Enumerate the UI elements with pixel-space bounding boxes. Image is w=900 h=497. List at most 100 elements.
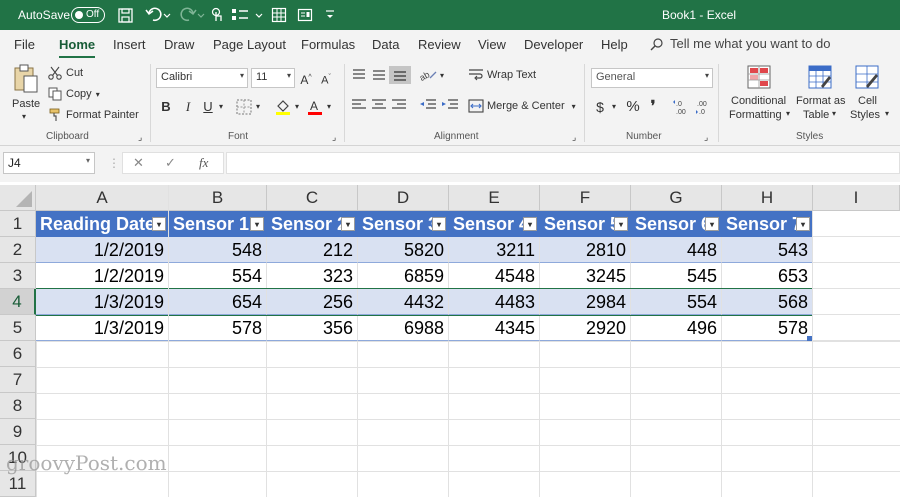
- column-i-cells[interactable]: [813, 211, 900, 341]
- decrease-indent-icon[interactable]: [419, 98, 437, 112]
- table-cell[interactable]: 554: [169, 263, 267, 289]
- format-as-table-button[interactable]: Format as Table ▾: [794, 64, 848, 128]
- insert-function-icon[interactable]: fx: [199, 155, 208, 171]
- table-header-cell[interactable]: Sensor 6 ▾: [631, 211, 722, 237]
- row-header-1[interactable]: 1: [0, 211, 36, 237]
- middle-align-icon[interactable]: [371, 68, 387, 82]
- table-cell[interactable]: 6859: [358, 263, 449, 289]
- tab-developer[interactable]: Developer: [524, 37, 583, 52]
- increase-indent-icon[interactable]: [441, 98, 459, 112]
- column-header-c[interactable]: C: [267, 185, 358, 211]
- row-header-8[interactable]: 8: [0, 393, 36, 419]
- table-header-cell[interactable]: Sensor 7 ▾: [722, 211, 813, 237]
- row-header-9[interactable]: 9: [0, 419, 36, 445]
- font-color-dropdown-icon[interactable]: ▾: [324, 98, 334, 116]
- column-header-g[interactable]: G: [631, 185, 722, 211]
- wrap-text-button[interactable]: Wrap Text: [468, 67, 536, 83]
- filter-dropdown-icon[interactable]: ▾: [432, 217, 446, 231]
- top-align-icon[interactable]: [351, 68, 367, 82]
- column-header-d[interactable]: D: [358, 185, 449, 211]
- column-header-a[interactable]: A: [36, 185, 169, 211]
- table-cell[interactable]: 2920: [540, 315, 631, 341]
- row-header-4[interactable]: 4: [0, 289, 36, 315]
- merge-center-button[interactable]: Merge & Center ▾: [468, 98, 576, 114]
- cancel-icon[interactable]: ✕: [133, 155, 144, 171]
- row-header-2[interactable]: 2: [0, 237, 36, 263]
- cell-styles-button[interactable]: Cell Styles ▾: [848, 64, 894, 128]
- underline-dropdown-icon[interactable]: ▾: [216, 98, 226, 116]
- touch-mode-icon[interactable]: [207, 5, 227, 25]
- column-header-b[interactable]: B: [169, 185, 267, 211]
- tab-view[interactable]: View: [478, 37, 506, 52]
- currency-dropdown-icon[interactable]: ▾: [609, 98, 619, 116]
- column-header-i[interactable]: I: [813, 185, 900, 211]
- formula-bar-grip-icon[interactable]: ⋮: [108, 156, 120, 170]
- filter-dropdown-icon[interactable]: ▾: [250, 217, 264, 231]
- table-header-cell[interactable]: Sensor 2 ▾: [267, 211, 358, 237]
- table-cell[interactable]: 3211: [449, 237, 540, 263]
- bottom-align-button[interactable]: [389, 66, 411, 84]
- table-cell[interactable]: 548: [169, 237, 267, 263]
- align-right-icon[interactable]: [391, 98, 407, 112]
- table-cell[interactable]: 323: [267, 263, 358, 289]
- column-header-h[interactable]: H: [722, 185, 813, 211]
- table-cell[interactable]: 1/2/2019: [36, 263, 169, 289]
- tab-draw[interactable]: Draw: [164, 37, 194, 52]
- undo-icon[interactable]: [143, 5, 173, 25]
- filter-dropdown-icon[interactable]: ▾: [152, 217, 166, 231]
- align-center-icon[interactable]: [371, 98, 387, 112]
- table-header-cell[interactable]: Sensor 5 ▾: [540, 211, 631, 237]
- orientation-dropdown-icon[interactable]: ▾: [437, 67, 447, 85]
- formula-input[interactable]: [226, 152, 900, 174]
- row-header-5[interactable]: 5: [0, 315, 36, 341]
- table-cell[interactable]: 545: [631, 263, 722, 289]
- clipboard-launcher-icon[interactable]: ⌟: [138, 128, 142, 146]
- table-cell[interactable]: 6988: [358, 315, 449, 341]
- form-icon[interactable]: [296, 5, 314, 25]
- cut-button[interactable]: Cut: [48, 65, 83, 81]
- table-cell[interactable]: 2810: [540, 237, 631, 263]
- table-header-cell[interactable]: Sensor 4 ▾: [449, 211, 540, 237]
- decrease-font-size-icon[interactable]: Aˇ: [318, 69, 334, 90]
- row-header-7[interactable]: 7: [0, 367, 36, 393]
- italic-icon[interactable]: I: [180, 98, 196, 116]
- conditional-formatting-button[interactable]: Conditional Formatting ▾: [724, 64, 796, 128]
- align-left-icon[interactable]: [351, 98, 367, 112]
- tab-help[interactable]: Help: [601, 37, 628, 52]
- orientation-icon[interactable]: ab: [419, 67, 439, 83]
- table-cell[interactable]: 653: [722, 263, 813, 289]
- table-cell[interactable]: 212: [267, 237, 358, 263]
- redo-icon[interactable]: [177, 5, 207, 25]
- row-header-3[interactable]: 3: [0, 263, 36, 289]
- row-header-6[interactable]: 6: [0, 341, 36, 367]
- column-header-e[interactable]: E: [449, 185, 540, 211]
- table-cell[interactable]: 5820: [358, 237, 449, 263]
- currency-icon[interactable]: $: [593, 98, 607, 116]
- enter-icon[interactable]: ✓: [165, 155, 176, 171]
- table-header-cell[interactable]: Sensor 3 ▾: [358, 211, 449, 237]
- increase-decimal-icon[interactable]: .0.00: [672, 98, 690, 116]
- table-header-cell[interactable]: Reading Date ▾: [36, 211, 169, 237]
- percent-icon[interactable]: %: [624, 98, 642, 116]
- alignment-launcher-icon[interactable]: ⌟: [572, 128, 576, 146]
- tab-formulas[interactable]: Formulas: [301, 37, 355, 52]
- number-launcher-icon[interactable]: ⌟: [704, 128, 708, 146]
- tab-data[interactable]: Data: [372, 37, 399, 52]
- table-cell[interactable]: 578: [722, 315, 813, 341]
- tab-page-layout[interactable]: Page Layout: [213, 37, 286, 52]
- select-all-corner[interactable]: [0, 185, 36, 211]
- filter-dropdown-icon[interactable]: ▾: [705, 217, 719, 231]
- sort-icon[interactable]: [229, 5, 265, 25]
- underline-icon[interactable]: U: [200, 98, 216, 116]
- column-header-f[interactable]: F: [540, 185, 631, 211]
- save-icon[interactable]: [115, 5, 135, 25]
- comma-style-icon[interactable]: ❜: [646, 98, 660, 116]
- filter-dropdown-icon[interactable]: ▾: [523, 217, 537, 231]
- increase-font-size-icon[interactable]: A^: [298, 69, 314, 89]
- tab-review[interactable]: Review: [418, 37, 461, 52]
- table-cell[interactable]: 4345: [449, 315, 540, 341]
- table-cell[interactable]: 543: [722, 237, 813, 263]
- table-cell[interactable]: 578: [169, 315, 267, 341]
- bold-icon[interactable]: B: [158, 98, 174, 116]
- autosave-toggle[interactable]: Off: [71, 7, 105, 23]
